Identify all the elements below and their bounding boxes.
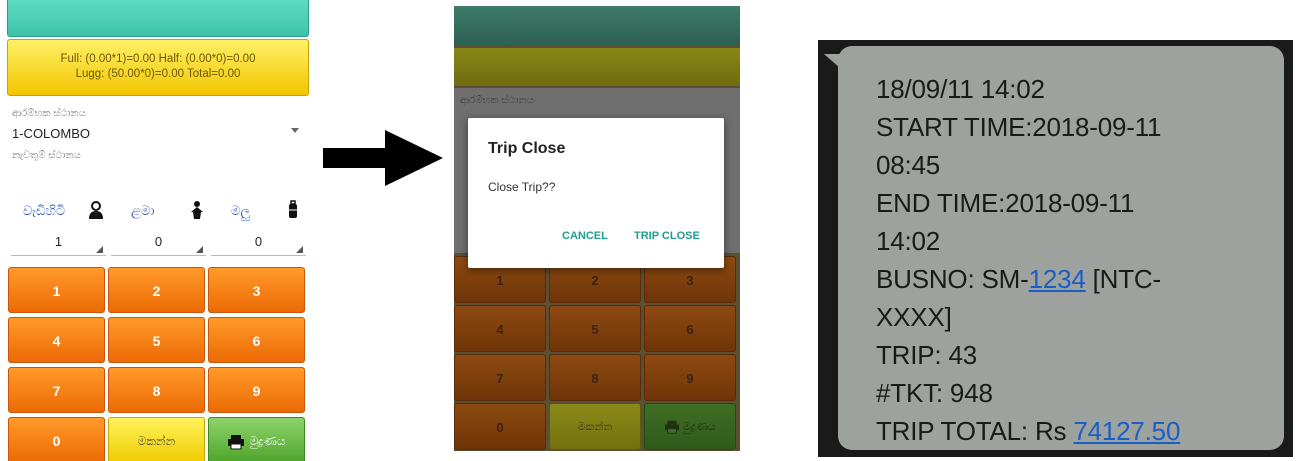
luggage-icon — [289, 200, 297, 218]
luggage-count-value: 0 — [254, 234, 263, 249]
luggage-category-label: මලු — [231, 203, 251, 218]
key-6: 6 — [644, 305, 736, 352]
sms-start-time-line: START TIME:2018-09-11 — [876, 112, 1162, 142]
key-1[interactable]: 1 — [8, 267, 105, 313]
sms-message-screen: 18/09/11 14:02 START TIME:2018-09-11 08:… — [818, 40, 1293, 457]
trip-close-button[interactable]: TRIP CLOSE — [634, 230, 700, 242]
busno-prefix: BUSNO: SM- — [876, 264, 1029, 294]
print-button: මුද්‍රණය — [644, 403, 736, 450]
printer-icon — [228, 434, 245, 450]
start-location-select[interactable]: 1-COLOMBO — [12, 126, 90, 141]
busno-link[interactable]: 1234 — [1029, 264, 1086, 294]
sms-end-time-cont: 14:02 — [876, 226, 941, 256]
ticket-app-screen: Full: (0.00*1)=0.00 Half: (0.00*0)=0.00 … — [7, 0, 309, 461]
sms-ticket-count-line: #TKT: 948 — [876, 378, 993, 408]
key-7[interactable]: 7 — [8, 367, 105, 413]
fare-line-2: Lugg: (50.00*0)=0.00 Total=0.00 — [75, 68, 241, 80]
print-button[interactable]: මුද්‍රණය — [208, 417, 305, 461]
top-bar — [7, 0, 309, 37]
sms-trip-line: TRIP: 43 — [876, 340, 977, 370]
adult-category-label: වැඩිහිටි — [23, 203, 66, 218]
right-arrow-icon — [323, 130, 443, 186]
child-count-value: 0 — [154, 234, 163, 249]
sms-trip-total-line: TRIP TOTAL: Rs 74127.50 — [876, 416, 1180, 447]
fare-line-1: Full: (0.00*1)=0.00 Half: (0.00*0)=0.00 — [60, 53, 256, 65]
end-location-label: නැවතුම් ස්ථානය — [12, 150, 81, 161]
key-5[interactable]: 5 — [108, 317, 205, 363]
print-button-label: මුද්‍රණය — [249, 434, 286, 448]
trip-close-dialog: Trip Close Close Trip?? CANCEL TRIP CLOS… — [468, 118, 724, 268]
cancel-button[interactable]: CANCEL — [562, 230, 608, 242]
sms-bubble: 18/09/11 14:02 START TIME:2018-09-11 08:… — [838, 46, 1284, 450]
key-0: 0 — [454, 403, 546, 450]
print-button-label: මුද්‍රණය — [682, 421, 717, 433]
dialog-message: Close Trip?? — [488, 180, 556, 194]
total-link[interactable]: 74127.50 — [1073, 416, 1180, 446]
printer-icon — [664, 420, 679, 434]
key-3[interactable]: 3 — [208, 267, 305, 313]
top-bar — [454, 6, 740, 46]
sms-busno-line: BUSNO: SM-1234 [NTC- — [876, 264, 1161, 295]
child-category-label: ළමා — [131, 203, 155, 218]
dropdown-arrow-icon[interactable] — [291, 128, 299, 133]
delete-button: මකන්න — [549, 403, 641, 450]
sms-busno-cont: XXXX] — [876, 302, 952, 332]
key-2[interactable]: 2 — [108, 267, 205, 313]
key-4[interactable]: 4 — [8, 317, 105, 363]
adult-count-field[interactable]: 1 — [11, 234, 106, 256]
adult-count-value: 1 — [54, 234, 63, 249]
fare-summary-box: Full: (0.00*1)=0.00 Half: (0.00*0)=0.00 … — [7, 39, 309, 96]
sms-end-time-line: END TIME:2018-09-11 — [876, 188, 1135, 218]
key-8[interactable]: 8 — [108, 367, 205, 413]
key-9: 9 — [644, 354, 736, 401]
child-count-field[interactable]: 0 — [111, 234, 206, 256]
fare-summary-box — [454, 48, 740, 86]
key-4: 4 — [454, 305, 546, 352]
key-8: 8 — [549, 354, 641, 401]
sms-start-time-cont: 08:45 — [876, 150, 941, 180]
key-9[interactable]: 9 — [208, 367, 305, 413]
key-5: 5 — [549, 305, 641, 352]
delete-button[interactable]: මකන්න — [108, 417, 205, 461]
start-location-label: ආරම්භක ස්ථානය — [460, 95, 534, 106]
key-6[interactable]: 6 — [208, 317, 305, 363]
start-location-label: ආරම්භක ස්ථානය — [12, 108, 86, 119]
key-7: 7 — [454, 354, 546, 401]
trip-close-screen: ආරම්භක ස්ථානය 1 2 3 4 5 6 7 8 9 0 මකන්න … — [454, 6, 740, 451]
adult-person-icon — [89, 201, 103, 219]
child-person-icon — [191, 201, 203, 219]
total-prefix: TRIP TOTAL: Rs — [876, 416, 1074, 446]
sms-date-line: 18/09/11 14:02 — [876, 74, 1045, 104]
luggage-count-field[interactable]: 0 — [211, 234, 306, 256]
key-0[interactable]: 0 — [8, 417, 105, 461]
dialog-title: Trip Close — [488, 140, 566, 157]
busno-suffix: [NTC- — [1085, 264, 1162, 294]
